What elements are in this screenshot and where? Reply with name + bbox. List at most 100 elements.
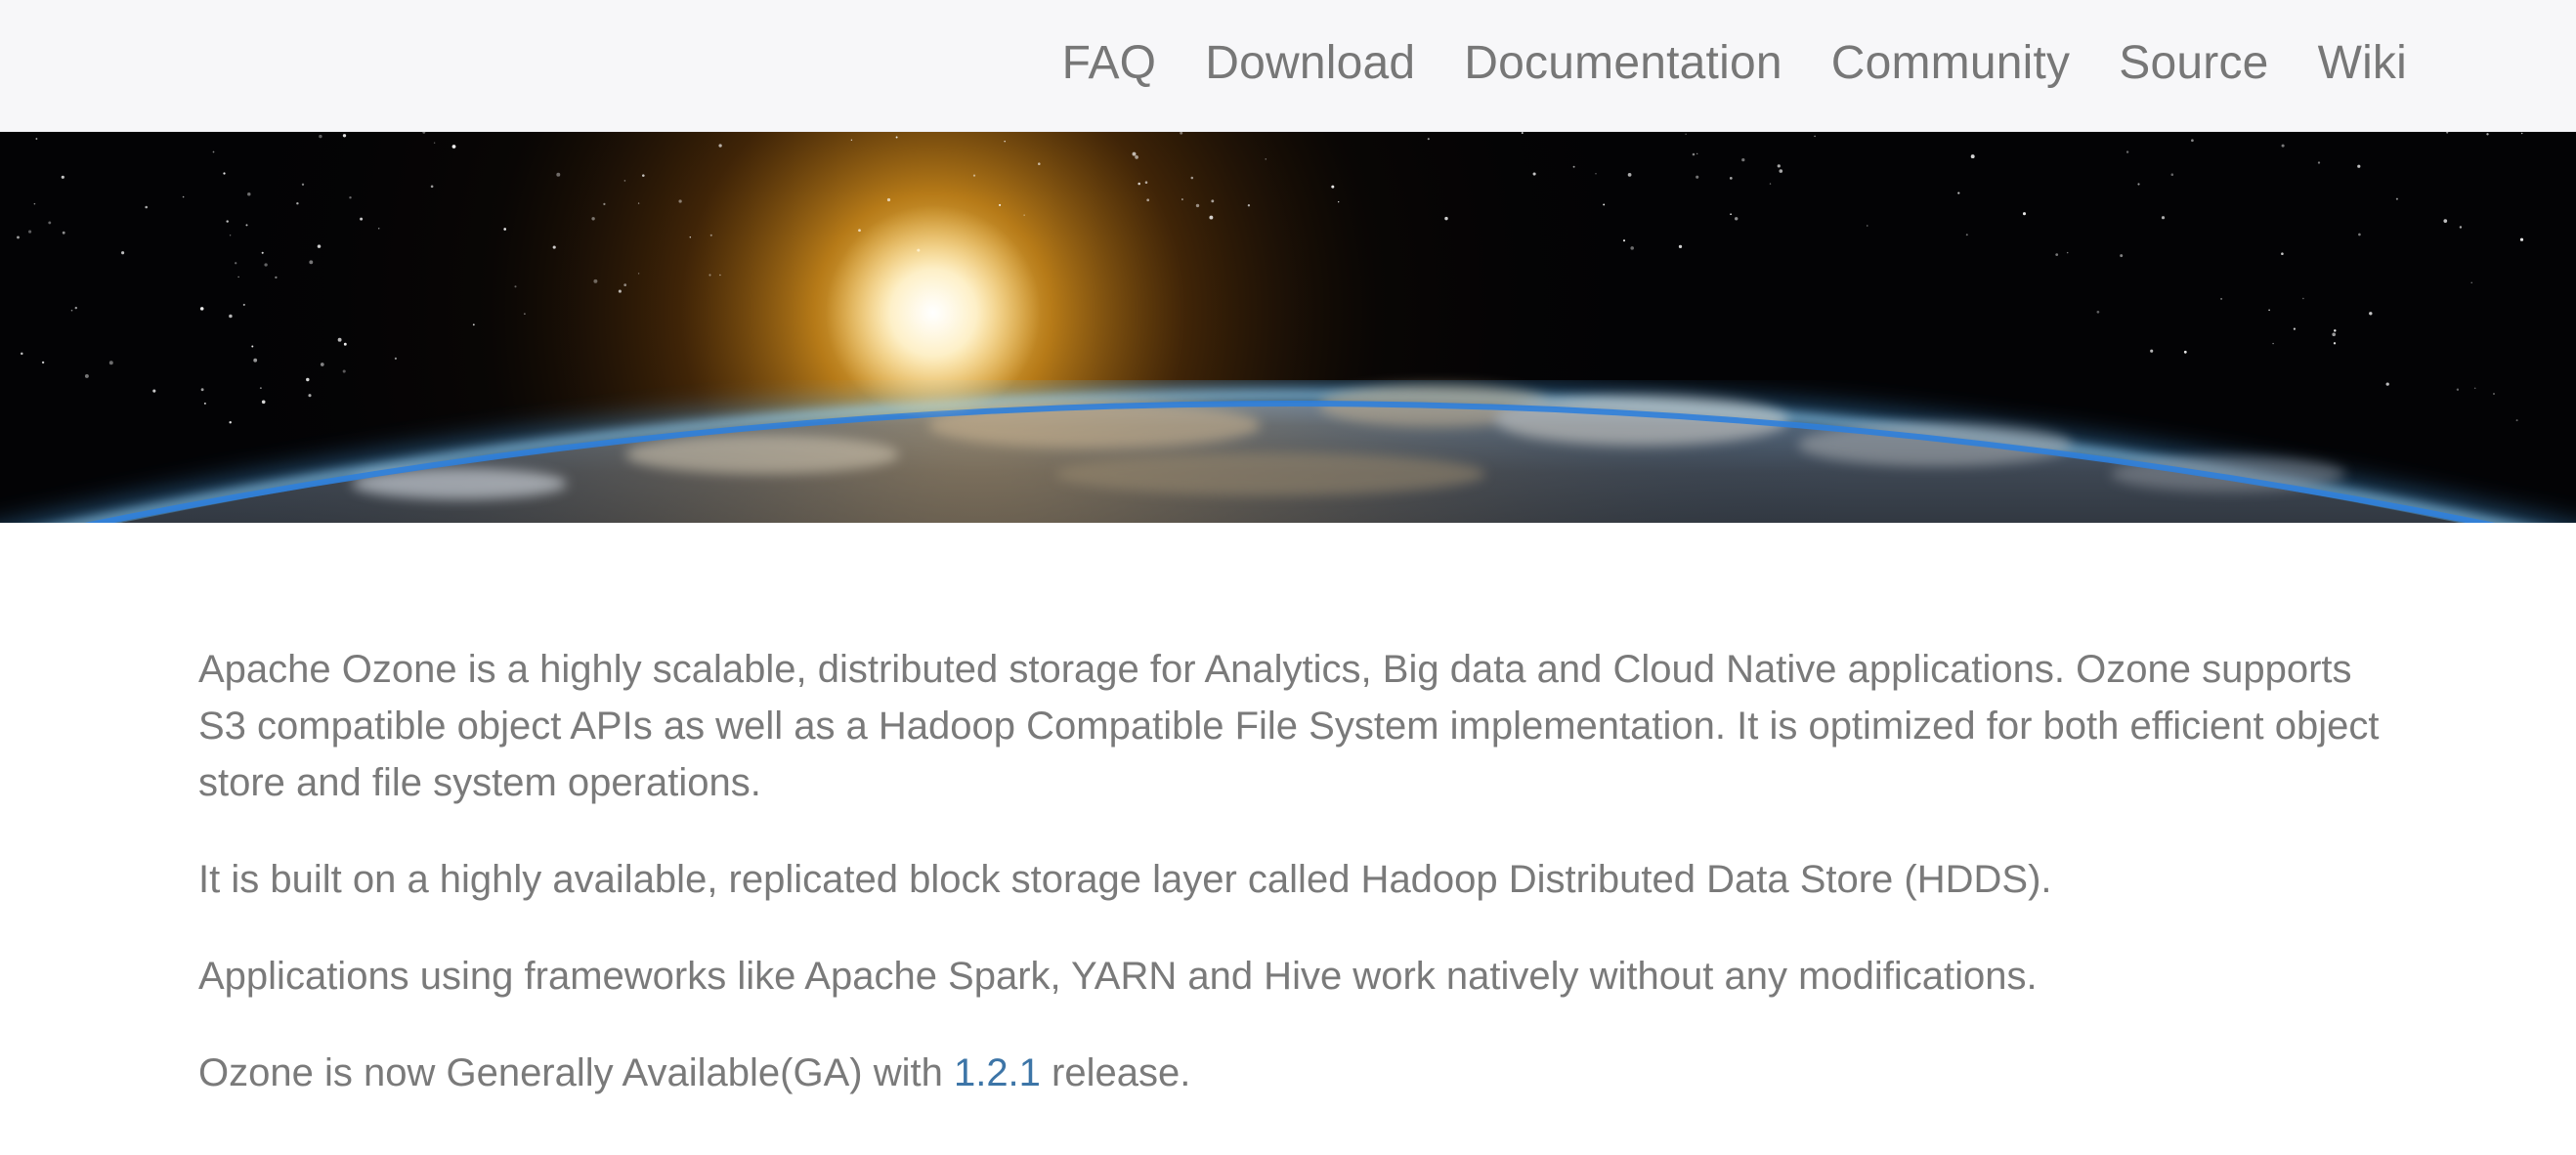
star [1023, 214, 1025, 216]
star [618, 289, 622, 293]
star [48, 221, 52, 225]
nav-link-source[interactable]: Source [2119, 40, 2268, 87]
star [623, 180, 626, 182]
release-link[interactable]: 1.2.1 [954, 1051, 1041, 1094]
star [203, 402, 206, 405]
star [296, 201, 299, 205]
star [719, 274, 721, 277]
star [623, 283, 627, 286]
main-content: Apache Ozone is a highly scalable, distr… [198, 641, 2387, 1141]
star [394, 357, 397, 360]
star [1338, 200, 1340, 203]
star [317, 244, 322, 248]
star [2191, 139, 2194, 143]
star [972, 174, 976, 177]
star [708, 274, 711, 277]
star [2137, 183, 2140, 186]
star [678, 199, 682, 203]
star [1603, 203, 1606, 206]
star [2470, 281, 2472, 283]
star [2332, 332, 2337, 337]
star [2293, 327, 2296, 330]
star [229, 420, 232, 424]
star [689, 236, 692, 238]
hero-banner [0, 132, 2576, 523]
star [1444, 216, 1448, 221]
star [430, 185, 434, 189]
star [1181, 198, 1183, 200]
nav-link-community[interactable]: Community [1831, 40, 2071, 87]
ga-paragraph: Ozone is now Generally Available(GA) wit… [198, 1045, 2387, 1101]
earth-horizon-image [0, 132, 2576, 523]
star [2456, 388, 2460, 391]
star [1622, 239, 1626, 242]
star [2385, 382, 2389, 386]
star [1729, 177, 1733, 180]
star [74, 306, 78, 310]
frameworks-paragraph: Applications using frameworks like Apach… [198, 955, 2038, 998]
star [1190, 176, 1194, 180]
nav-link-wiki[interactable]: Wiki [2318, 40, 2407, 87]
star [2268, 309, 2270, 312]
nav-menu: FAQ Download Documentation Community Sou… [1062, 0, 2407, 127]
star [1521, 132, 1524, 134]
hdds-paragraph: It is built on a highly available, repli… [198, 858, 2052, 901]
star [1265, 158, 1267, 160]
star [41, 361, 45, 364]
star [229, 314, 233, 319]
star [212, 150, 215, 153]
star [306, 377, 310, 382]
star [1627, 173, 1632, 177]
star [2459, 226, 2463, 229]
star [1741, 157, 1745, 162]
nav-link-download[interactable]: Download [1205, 40, 1415, 87]
star [199, 307, 204, 311]
star [226, 220, 229, 223]
star [237, 276, 239, 278]
star [999, 203, 1002, 206]
star [637, 273, 640, 275]
star [1730, 213, 1732, 216]
star [1132, 151, 1137, 156]
nav-link-faq[interactable]: FAQ [1062, 40, 1157, 87]
star [343, 342, 347, 346]
star [2333, 342, 2337, 345]
star [451, 145, 456, 149]
star [242, 303, 245, 306]
star [2395, 197, 2398, 200]
star [259, 387, 262, 390]
star [121, 251, 125, 255]
star [524, 313, 526, 315]
star [1696, 175, 1699, 179]
star [2055, 253, 2059, 256]
star [2022, 212, 2027, 216]
star [886, 197, 891, 202]
star [2125, 150, 2129, 153]
star [603, 202, 606, 206]
star [245, 224, 248, 227]
star [556, 172, 561, 177]
star [21, 352, 23, 356]
star [261, 400, 266, 405]
star [1195, 203, 1200, 208]
star [377, 227, 380, 230]
ga-text-suffix: release. [1040, 1051, 1191, 1094]
nav-link-documentation[interactable]: Documentation [1464, 40, 1782, 87]
star [514, 285, 517, 288]
star [1038, 162, 1041, 165]
star [858, 229, 861, 233]
star [1247, 204, 1251, 207]
star [1135, 155, 1138, 159]
star [253, 358, 258, 363]
star [2486, 133, 2489, 136]
star [1777, 164, 1781, 168]
star [308, 394, 312, 398]
star [2170, 173, 2174, 176]
star [62, 231, 65, 235]
star [1211, 199, 1215, 203]
star [433, 142, 436, 144]
star [275, 276, 278, 279]
star [2473, 387, 2476, 390]
star [2150, 349, 2154, 353]
star [342, 134, 347, 138]
